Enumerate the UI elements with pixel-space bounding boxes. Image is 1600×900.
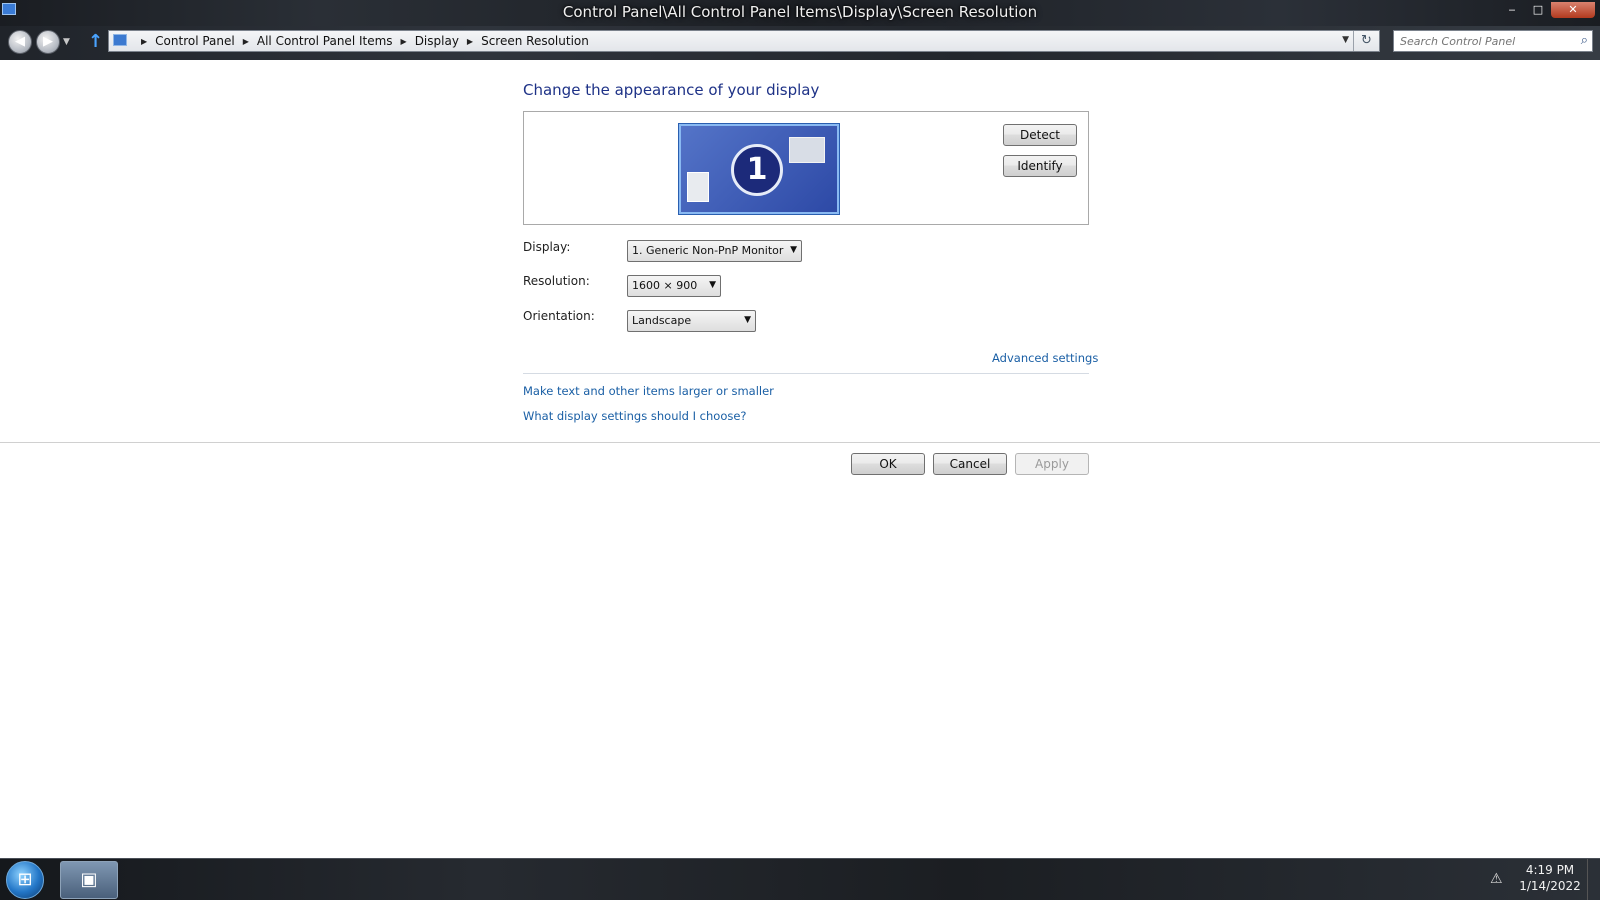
- resolution-select-value: 1600 × 900: [632, 279, 698, 292]
- navigation-bar: ◀ ▶ ▼ ↑ ▶ Control Panel ▶ All Control Pa…: [0, 26, 1600, 60]
- orientation-select-value: Landscape: [632, 314, 692, 327]
- search-input[interactable]: [1400, 33, 1570, 49]
- preview-window-icon: [789, 137, 825, 163]
- title-bar: Control Panel\All Control Panel Items\Di…: [0, 0, 1600, 26]
- forward-button[interactable]: ▶: [36, 30, 60, 54]
- main-content: Change the appearance of your display 1 …: [0, 60, 1600, 858]
- start-button[interactable]: ⊞: [6, 861, 44, 899]
- close-button[interactable]: ✕: [1551, 2, 1595, 18]
- up-arrow-icon[interactable]: ↑: [88, 31, 103, 52]
- breadcrumb-control-panel[interactable]: Control Panel: [155, 34, 235, 48]
- ok-button[interactable]: OK: [851, 453, 925, 475]
- maximize-button[interactable]: □: [1525, 2, 1551, 18]
- back-button[interactable]: ◀: [8, 30, 32, 54]
- display-select-value: 1. Generic Non-PnP Monitor: [632, 244, 784, 257]
- orientation-label: Orientation:: [523, 309, 595, 323]
- display-select[interactable]: 1. Generic Non-PnP Monitor ▼: [627, 240, 802, 262]
- resolution-select[interactable]: 1600 × 900 ▼: [627, 275, 721, 297]
- control-panel-icon: [113, 34, 127, 46]
- display-label: Display:: [523, 240, 571, 254]
- resolution-label: Resolution:: [523, 274, 590, 288]
- identify-button[interactable]: Identify: [1003, 155, 1077, 177]
- apply-button: Apply: [1015, 453, 1089, 475]
- taskbar: ⊞ ▣ ⚠ 4:19 PM 1/14/2022: [0, 858, 1600, 900]
- cancel-button[interactable]: Cancel: [933, 453, 1007, 475]
- window-title: Control Panel\All Control Panel Items\Di…: [562, 3, 1038, 21]
- breadcrumb-separator[interactable]: ▶: [467, 37, 473, 46]
- breadcrumb-separator[interactable]: ▶: [141, 37, 147, 46]
- address-dropdown-icon[interactable]: ▼: [1342, 35, 1349, 45]
- orientation-select[interactable]: Landscape ▼: [627, 310, 756, 332]
- clock-time: 4:19 PM: [1525, 863, 1575, 877]
- page-title: Change the appearance of your display: [523, 81, 820, 99]
- monitor-preview-panel: 1 Detect Identify: [523, 111, 1089, 225]
- show-desktop-button[interactable]: [1587, 859, 1600, 900]
- chevron-down-icon: ▼: [744, 315, 751, 325]
- network-icon[interactable]: ⚠: [1490, 871, 1503, 887]
- system-clock[interactable]: 4:19 PM 1/14/2022: [1515, 862, 1585, 894]
- chevron-down-icon: ▼: [790, 245, 797, 255]
- chevron-down-icon: ▼: [709, 280, 716, 290]
- search-box: ⌕: [1393, 30, 1593, 52]
- divider: [523, 373, 1089, 374]
- recent-pages-dropdown[interactable]: ▼: [63, 37, 70, 47]
- breadcrumb-all-items[interactable]: All Control Panel Items: [257, 34, 393, 48]
- breadcrumb-separator[interactable]: ▶: [401, 37, 407, 46]
- detect-button[interactable]: Detect: [1003, 124, 1077, 146]
- monitor-number-badge: 1: [731, 144, 783, 196]
- taskbar-control-panel-button[interactable]: ▣: [60, 861, 118, 899]
- minimize-button[interactable]: ‒: [1499, 2, 1525, 18]
- breadcrumb-display[interactable]: Display: [415, 34, 459, 48]
- breadcrumb-screen-resolution[interactable]: Screen Resolution: [481, 34, 589, 48]
- display-help-link[interactable]: What display settings should I choose?: [523, 409, 747, 423]
- breadcrumb: ▶ Control Panel ▶ All Control Panel Item…: [133, 34, 589, 48]
- divider: [0, 442, 1600, 443]
- advanced-settings-link[interactable]: Advanced settings: [992, 351, 1098, 365]
- address-bar[interactable]: ▶ Control Panel ▶ All Control Panel Item…: [108, 30, 1380, 52]
- breadcrumb-separator[interactable]: ▶: [243, 37, 249, 46]
- monitor-1-thumbnail[interactable]: 1: [679, 124, 839, 214]
- text-size-link[interactable]: Make text and other items larger or smal…: [523, 384, 774, 398]
- preview-document-icon: [687, 172, 709, 202]
- clock-date: 1/14/2022: [1519, 879, 1581, 893]
- refresh-icon[interactable]: ↻: [1353, 31, 1379, 51]
- search-icon[interactable]: ⌕: [1581, 33, 1588, 48]
